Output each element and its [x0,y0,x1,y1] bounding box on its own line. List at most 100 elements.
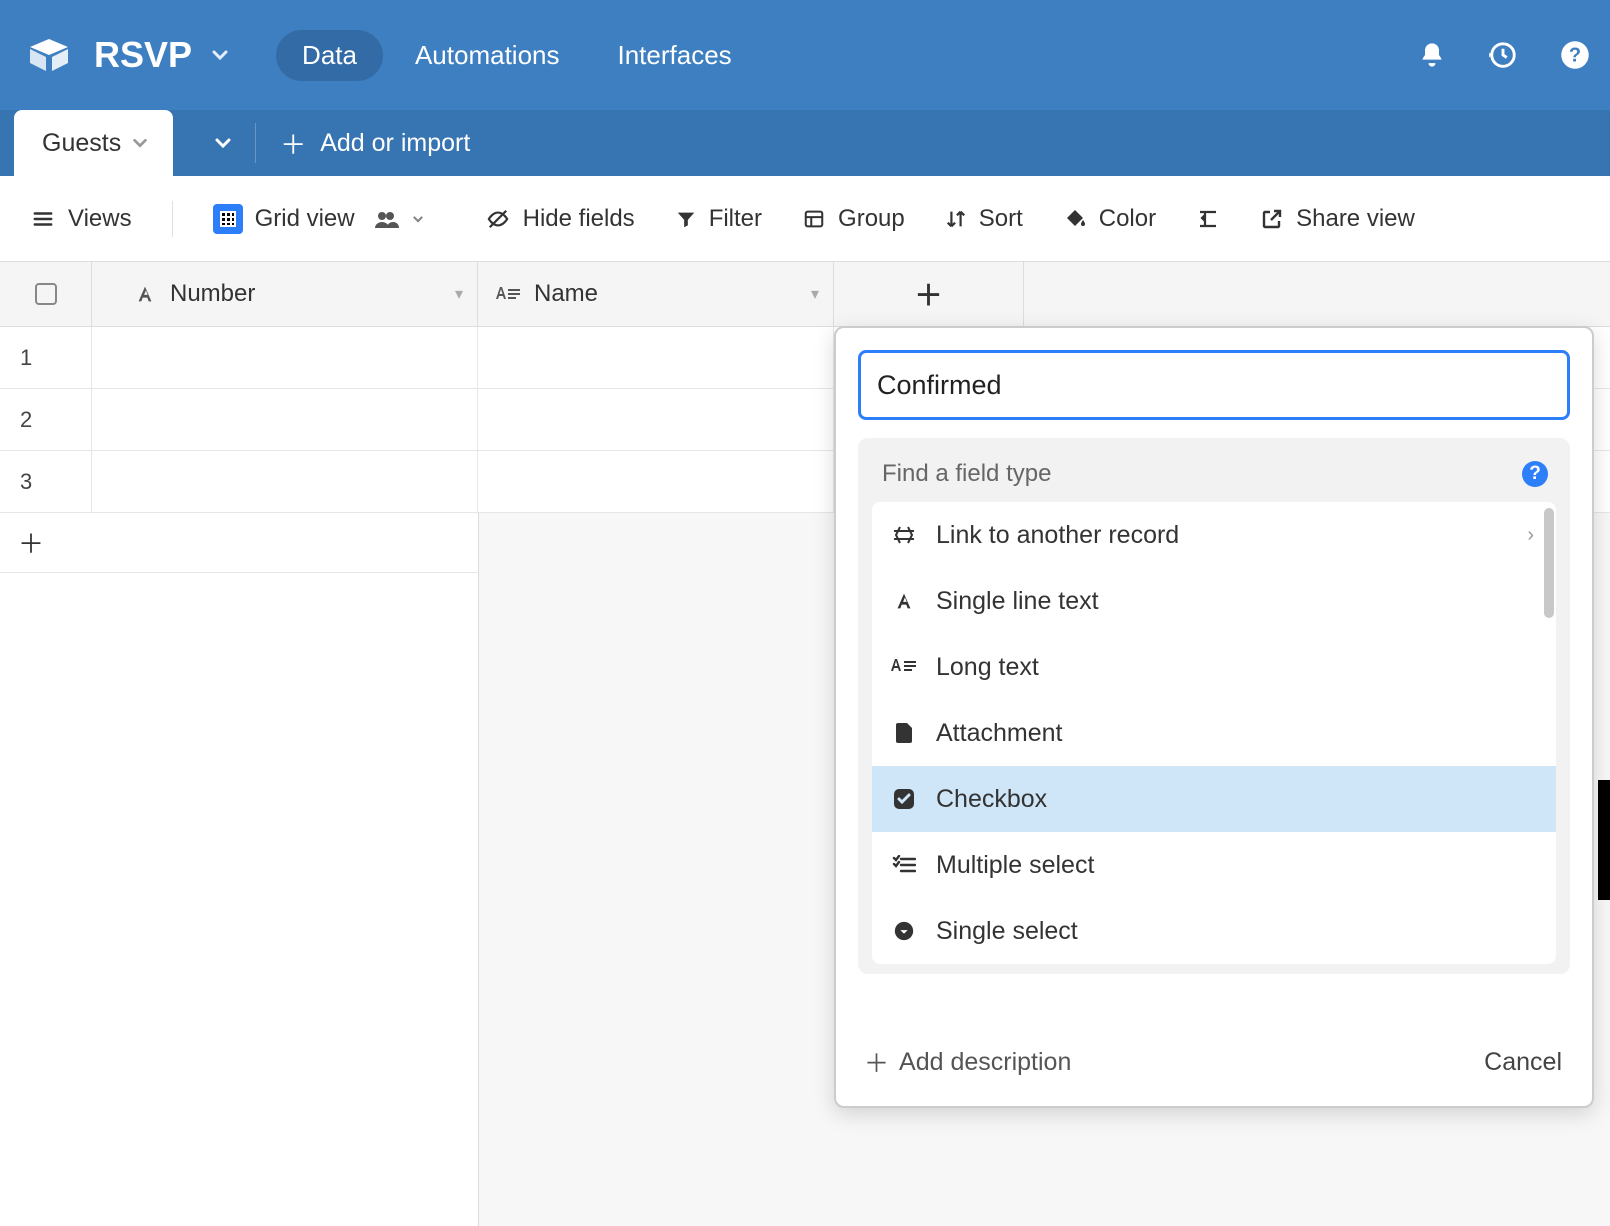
scrollbar-thumb[interactable] [1544,508,1554,618]
views-button[interactable]: Views [30,205,132,233]
views-label: Views [68,205,132,233]
plus-icon: ＋ [914,274,942,314]
column-header-number[interactable]: Number ▾ [92,262,478,326]
flyout-footer: ＋ Add description Cancel [858,1044,1570,1084]
add-description-label: Add description [899,1048,1071,1077]
field-type-checkbox[interactable]: Checkbox [872,766,1556,832]
field-type-label: Single select [936,917,1078,946]
field-type-single-select[interactable]: Single select [872,898,1556,964]
field-type-label: Checkbox [936,785,1047,814]
field-name-input[interactable] [858,350,1570,420]
table-tab-guests[interactable]: Guests [14,110,173,176]
field-type-single-line-text[interactable]: Single line text [872,568,1556,634]
chevron-right-icon: › [1527,524,1534,547]
tab-automations[interactable]: Automations [389,30,586,81]
long-text-icon [890,657,918,677]
field-type-link-record[interactable]: Link to another record › [872,502,1556,568]
help-icon[interactable]: ? [1522,461,1548,487]
field-type-label: Link to another record [936,521,1179,550]
notifications-icon[interactable] [1418,41,1446,69]
view-toolbar: Views Grid view Hide fields Filter Group… [0,176,1610,262]
cell[interactable] [92,327,478,388]
column-header-row: Number ▾ Name ▾ ＋ [0,262,1610,327]
table-list-dropdown[interactable] [191,110,255,176]
single-line-text-icon [890,590,918,612]
long-text-field-icon [496,284,520,304]
hide-fields-button[interactable]: Hide fields [485,205,635,233]
add-description-button[interactable]: ＋ Add description [864,1044,1071,1080]
find-field-type-label[interactable]: Find a field type [882,460,1051,488]
cell[interactable] [478,451,834,512]
link-record-icon [890,525,918,545]
base-name[interactable]: RSVP [94,34,192,76]
field-type-long-text[interactable]: Long text [872,634,1556,700]
row-number: 3 [0,451,92,512]
collaborate-icon[interactable] [373,209,399,229]
top-bar: RSVP Data Automations Interfaces ? [0,0,1610,110]
cell[interactable] [92,451,478,512]
field-type-label: Attachment [936,719,1062,748]
tab-interfaces[interactable]: Interfaces [592,30,758,81]
field-type-multiple-select[interactable]: Multiple select [872,832,1556,898]
group-label: Group [838,205,905,233]
base-menu-chevron-icon[interactable] [210,45,230,65]
column-menu-chevron-icon[interactable]: ▾ [811,284,819,304]
table-tab-chevron-icon[interactable] [131,134,149,152]
field-type-attachment[interactable]: Attachment [872,700,1556,766]
cancel-label: Cancel [1484,1048,1562,1076]
group-button[interactable]: Group [802,205,905,233]
column-label: Number [170,280,255,308]
field-type-list: Link to another record › Single line tex… [872,502,1556,964]
filter-label: Filter [709,205,762,233]
help-icon[interactable]: ? [1560,40,1590,70]
field-type-label: Multiple select [936,851,1094,880]
select-all-checkbox[interactable] [0,262,92,326]
column-menu-chevron-icon[interactable]: ▾ [455,284,463,304]
color-label: Color [1099,205,1156,233]
topbar-right: ? [1418,40,1590,70]
column-header-name[interactable]: Name ▾ [478,262,834,326]
hide-fields-label: Hide fields [523,205,635,233]
share-view-button[interactable]: Share view [1260,205,1415,233]
grid-view-switcher[interactable]: Grid view [213,204,425,234]
grid-view-label: Grid view [255,205,355,233]
field-type-picker: Find a field type ? Link to another reco… [858,438,1570,974]
row-number: 2 [0,389,92,450]
plus-icon: ＋ [280,125,306,162]
field-type-label: Single line text [936,587,1099,616]
svg-text:?: ? [1569,44,1581,66]
add-row-button[interactable]: ＋ [0,513,478,573]
sort-button[interactable]: Sort [945,205,1023,233]
cell[interactable] [92,389,478,450]
add-or-import-label: Add or import [320,129,470,158]
add-column-button[interactable]: ＋ [834,262,1024,326]
share-view-label: Share view [1296,205,1415,233]
checkbox-icon [35,283,57,305]
single-select-icon [890,920,918,942]
new-field-flyout: Find a field type ? Link to another reco… [834,326,1594,1108]
text-field-icon [134,283,156,305]
filter-button[interactable]: Filter [675,205,762,233]
row-height-button[interactable] [1196,207,1220,231]
sort-label: Sort [979,205,1023,233]
workspace-tabs: Data Automations Interfaces [276,30,758,81]
cell[interactable] [478,389,834,450]
checkbox-icon [890,787,918,811]
tab-data[interactable]: Data [276,30,383,81]
divider [172,201,173,237]
history-icon[interactable] [1488,40,1518,70]
attachment-icon [890,721,918,745]
multiple-select-icon [890,855,918,875]
color-button[interactable]: Color [1063,205,1156,233]
cancel-button[interactable]: Cancel [1484,1048,1562,1077]
column-label: Name [534,280,598,308]
side-handle[interactable] [1598,780,1610,900]
table-tab-label: Guests [42,129,121,158]
plus-icon: ＋ [18,524,44,561]
table-tabs-bar: Guests ＋ Add or import [0,110,1610,176]
row-number: 1 [0,327,92,388]
cell[interactable] [478,327,834,388]
field-type-label: Long text [936,653,1039,682]
add-or-import-button[interactable]: ＋ Add or import [256,110,494,176]
view-menu-chevron-icon[interactable] [411,212,425,226]
